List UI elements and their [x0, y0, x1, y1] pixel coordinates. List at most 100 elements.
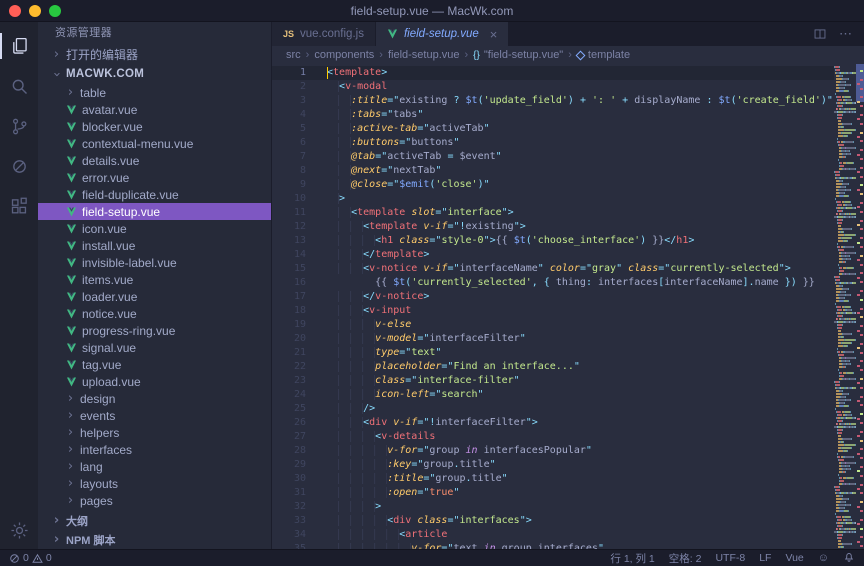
code-line[interactable]: 32 >: [272, 500, 834, 514]
tree-item-layouts[interactable]: ›layouts: [38, 475, 271, 492]
tree-item-install.vue[interactable]: install.vue: [38, 237, 271, 254]
status-item[interactable]: UTF-8: [715, 552, 745, 564]
vue-icon: [66, 258, 77, 268]
code-line[interactable]: 4 :tabs="tabs": [272, 108, 834, 122]
tree-item-avatar.vue[interactable]: avatar.vue: [38, 101, 271, 118]
tree-item-items.vue[interactable]: items.vue: [38, 271, 271, 288]
tree-item-field-duplicate.vue[interactable]: field-duplicate.vue: [38, 186, 271, 203]
tree-item-lang[interactable]: ›lang: [38, 458, 271, 475]
tree-item-helpers[interactable]: ›helpers: [38, 424, 271, 441]
breadcrumb-item[interactable]: components: [314, 49, 374, 61]
tree-item-details.vue[interactable]: details.vue: [38, 152, 271, 169]
breadcrumb-item[interactable]: src: [286, 49, 301, 61]
code-line[interactable]: 35 v-for="text in group.interfaces": [272, 542, 834, 549]
code-line[interactable]: 30 :title="group.title": [272, 472, 834, 486]
code-line[interactable]: 24 icon-left="search": [272, 388, 834, 402]
status-item[interactable]: 行 1, 列 1: [610, 551, 654, 566]
tree-item-icon.vue[interactable]: icon.vue: [38, 220, 271, 237]
code-line[interactable]: 7 @tab="activeTab = $event": [272, 150, 834, 164]
explorer-icon[interactable]: [0, 26, 38, 66]
settings-gear-icon[interactable]: [0, 511, 38, 549]
tab-vue.config.js[interactable]: JSvue.config.js: [272, 22, 376, 46]
code-line[interactable]: 22 placeholder="Find an interface...": [272, 360, 834, 374]
code-line[interactable]: 6 :buttons="buttons": [272, 136, 834, 150]
outline-label: 大纲: [66, 513, 88, 529]
minimap[interactable]: [834, 64, 856, 549]
open-editors-section[interactable]: › 打开的编辑器: [38, 44, 271, 64]
code-line[interactable]: 10 >: [272, 192, 834, 206]
vue-icon: [66, 190, 77, 200]
code-line[interactable]: 3 :title="existing ? $t('update_field') …: [272, 94, 834, 108]
code-line[interactable]: 25 />: [272, 402, 834, 416]
search-icon[interactable]: [0, 66, 38, 106]
code-line[interactable]: 5 :active-tab="activeTab": [272, 122, 834, 136]
tree-item-design[interactable]: ›design: [38, 390, 271, 407]
breadcrumb-item[interactable]: template: [577, 49, 630, 61]
tree-item-invisible-label.vue[interactable]: invisible-label.vue: [38, 254, 271, 271]
more-actions-icon[interactable]: ⋯: [839, 26, 852, 42]
outline-section[interactable]: › 大纲: [38, 511, 271, 530]
status-item[interactable]: Vue: [785, 552, 803, 564]
tree-item-upload.vue[interactable]: upload.vue: [38, 373, 271, 390]
extensions-icon[interactable]: [0, 186, 38, 226]
tree-item-table[interactable]: ›table: [38, 84, 271, 101]
source-control-icon[interactable]: [0, 106, 38, 146]
minimize-window-button[interactable]: [29, 5, 41, 17]
workspace-root[interactable]: › MACWK.COM: [38, 64, 271, 84]
tree-item-progress-ring.vue[interactable]: progress-ring.vue: [38, 322, 271, 339]
breadcrumb-item[interactable]: field-setup.vue: [388, 49, 460, 61]
code-line[interactable]: 13 <h1 class="style-0">{{ $t('choose_int…: [272, 234, 834, 248]
code-line[interactable]: 19 v-else: [272, 318, 834, 332]
npm-scripts-section[interactable]: › NPM 脚本: [38, 530, 271, 549]
code-line[interactable]: 8 @next="nextTab": [272, 164, 834, 178]
code-line[interactable]: 23 class="interface-filter": [272, 374, 834, 388]
tree-item-blocker.vue[interactable]: blocker.vue: [38, 118, 271, 135]
code-line[interactable]: 27 <v-details: [272, 430, 834, 444]
code-line[interactable]: 14 </template>: [272, 248, 834, 262]
code-line[interactable]: 9 @close="$emit('close')": [272, 178, 834, 192]
tree-item-signal.vue[interactable]: signal.vue: [38, 339, 271, 356]
notifications-bell-icon[interactable]: [843, 552, 855, 564]
code-line[interactable]: 31 :open="true": [272, 486, 834, 500]
tree-item-notice.vue[interactable]: notice.vue: [38, 305, 271, 322]
tree-item-events[interactable]: ›events: [38, 407, 271, 424]
code-editor[interactable]: 1<template>2 <v-modal3 :title="existing …: [272, 64, 834, 549]
code-line[interactable]: 26 <div v-if="!interfaceFilter">: [272, 416, 834, 430]
code-line[interactable]: 11 <template slot="interface">: [272, 206, 834, 220]
tree-item-error.vue[interactable]: error.vue: [38, 169, 271, 186]
tree-item-interfaces[interactable]: ›interfaces: [38, 441, 271, 458]
code-line[interactable]: 21 type="text": [272, 346, 834, 360]
tree-item-tag.vue[interactable]: tag.vue: [38, 356, 271, 373]
vue-icon: [66, 224, 77, 234]
status-item[interactable]: LF: [759, 552, 771, 564]
overview-ruler[interactable]: [856, 64, 864, 549]
tree-item-field-setup.vue[interactable]: field-setup.vue: [38, 203, 271, 220]
code-line[interactable]: 17 </v-notice>: [272, 290, 834, 304]
code-line[interactable]: 29 :key="group.title": [272, 458, 834, 472]
close-window-button[interactable]: [9, 5, 21, 17]
problems-indicator[interactable]: 0 0: [9, 552, 52, 564]
zoom-window-button[interactable]: [49, 5, 61, 17]
code-line[interactable]: 15 <v-notice v-if="interfaceName" color=…: [272, 262, 834, 276]
tree-item-contextual-menu.vue[interactable]: contextual-menu.vue: [38, 135, 271, 152]
close-icon[interactable]: ×: [490, 27, 498, 42]
tab-field-setup.vue[interactable]: field-setup.vue×: [376, 22, 509, 46]
debug-icon[interactable]: [0, 146, 38, 186]
code-line[interactable]: 20 v-model="interfaceFilter": [272, 332, 834, 346]
code-line[interactable]: 16 {{ $t('currently_selected', { thing: …: [272, 276, 834, 290]
split-editor-icon[interactable]: [813, 27, 827, 41]
code-line[interactable]: 2 <v-modal: [272, 80, 834, 94]
code-line[interactable]: 12 <template v-if="!existing">: [272, 220, 834, 234]
file-name: loader.vue: [82, 290, 137, 304]
status-item[interactable]: 空格: 2: [669, 551, 702, 566]
code-line[interactable]: 1<template>: [272, 66, 834, 80]
code-line[interactable]: 34 <article: [272, 528, 834, 542]
tree-item-pages[interactable]: ›pages: [38, 492, 271, 509]
code-text: <template v-if="!existing">: [327, 220, 526, 234]
code-line[interactable]: 18 <v-input: [272, 304, 834, 318]
code-line[interactable]: 33 <div class="interfaces">: [272, 514, 834, 528]
breadcrumb-item[interactable]: {}"field-setup.vue": [473, 49, 563, 61]
tree-item-loader.vue[interactable]: loader.vue: [38, 288, 271, 305]
code-line[interactable]: 28 v-for="group in interfacesPopular": [272, 444, 834, 458]
feedback-icon[interactable]: ☺: [818, 552, 829, 564]
